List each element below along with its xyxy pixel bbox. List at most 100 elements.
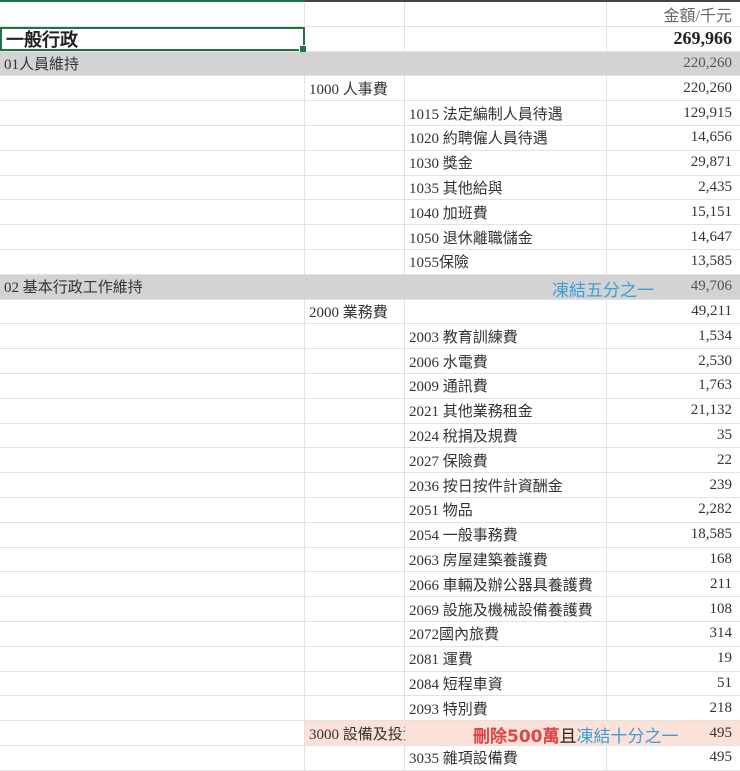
cell[interactable]	[305, 696, 405, 721]
item-label-cell[interactable]: 01人員維持	[0, 51, 305, 76]
item-label-cell[interactable]: 3035 雜項設備費	[405, 745, 607, 770]
amount-cell[interactable]: 239	[607, 473, 740, 497]
cell[interactable]	[305, 373, 405, 398]
amount-cell[interactable]: 14,656	[607, 126, 740, 150]
cell[interactable]	[405, 26, 607, 51]
item-label-cell[interactable]: 3000 設備及投資	[305, 721, 418, 745]
total-amount-cell[interactable]: 269,966	[607, 27, 740, 51]
amount-cell[interactable]: 108	[607, 597, 740, 621]
cell[interactable]	[0, 101, 305, 125]
cell[interactable]	[0, 150, 305, 175]
item-label-cell[interactable]: 2009 通訊費	[405, 373, 607, 398]
amount-cell[interactable]: 1,534	[607, 324, 740, 348]
item-label-cell[interactable]: 2027 保險費	[405, 448, 607, 473]
amount-cell[interactable]: 495	[607, 746, 740, 770]
amount-cell[interactable]: 2,530	[607, 349, 740, 373]
item-label-cell[interactable]: 1040 加班費	[405, 200, 607, 225]
cell[interactable]	[0, 572, 305, 597]
item-label-cell[interactable]: 2036 按日按件計資酬金	[405, 473, 607, 497]
cell[interactable]	[0, 696, 305, 721]
item-label-cell[interactable]: 1055保險	[405, 249, 607, 274]
amount-cell[interactable]: 168	[607, 548, 740, 572]
cell[interactable]	[305, 150, 405, 175]
cell[interactable]	[0, 299, 305, 324]
amount-cell[interactable]: 220,260	[607, 52, 740, 76]
cell[interactable]	[0, 175, 305, 200]
amount-cell[interactable]: 2,282	[607, 498, 740, 522]
cell[interactable]	[305, 522, 405, 547]
cell[interactable]	[0, 597, 305, 621]
cell[interactable]	[305, 745, 405, 770]
cell[interactable]	[0, 473, 305, 497]
cell[interactable]	[305, 249, 405, 274]
amount-cell[interactable]: 14,647	[607, 225, 740, 249]
amount-cell[interactable]: 211	[607, 572, 740, 596]
cell[interactable]	[305, 26, 405, 51]
cell[interactable]	[0, 200, 305, 225]
amount-cell[interactable]: 220,260	[607, 76, 740, 100]
cell[interactable]	[0, 423, 305, 448]
item-label-cell[interactable]: 2051 物品	[405, 497, 607, 522]
cell[interactable]	[405, 76, 607, 101]
amount-cell[interactable]: 29,871	[607, 151, 740, 175]
cell[interactable]	[0, 349, 305, 373]
cell[interactable]	[0, 324, 305, 349]
item-label-cell[interactable]: 1000 人事費	[305, 76, 405, 101]
item-label-cell[interactable]: 2084 短程車資	[405, 671, 607, 696]
cell[interactable]	[0, 497, 305, 522]
cell[interactable]	[0, 745, 305, 770]
cell[interactable]	[305, 2, 405, 26]
cell[interactable]	[305, 200, 405, 225]
cell[interactable]	[0, 547, 305, 572]
item-label-cell[interactable]: 2003 教育訓練費	[405, 324, 607, 349]
cell[interactable]	[405, 51, 607, 76]
amount-cell[interactable]: 51	[607, 672, 740, 696]
amount-cell[interactable]: 19	[607, 647, 740, 671]
item-label-cell[interactable]: 1050 退休離職儲金	[405, 225, 607, 249]
cell[interactable]	[305, 448, 405, 473]
cell[interactable]	[305, 547, 405, 572]
cell[interactable]	[305, 274, 405, 299]
amount-cell[interactable]: 15,151	[607, 200, 740, 224]
cell[interactable]	[0, 522, 305, 547]
cell[interactable]	[0, 249, 305, 274]
amount-cell[interactable]: 22	[607, 448, 740, 472]
cell[interactable]	[305, 51, 405, 76]
cell[interactable]	[0, 621, 305, 646]
cell[interactable]	[305, 671, 405, 696]
cell[interactable]	[0, 76, 305, 101]
item-label-cell[interactable]: 1015 法定編制人員待遇	[405, 101, 607, 125]
item-label-cell[interactable]: 2006 水電費	[405, 349, 607, 373]
item-label-cell[interactable]: 2063 房屋建築養護費	[405, 547, 607, 572]
item-label-cell[interactable]: 2000 業務費	[305, 299, 405, 324]
cell[interactable]	[0, 225, 305, 249]
amount-cell[interactable]: 18,585	[607, 523, 740, 547]
cell[interactable]	[305, 572, 405, 597]
cell[interactable]	[305, 398, 405, 423]
cell[interactable]	[0, 398, 305, 423]
item-label-cell[interactable]: 2093 特別費	[405, 696, 607, 721]
cell[interactable]	[305, 175, 405, 200]
cell[interactable]	[0, 721, 305, 745]
amount-cell[interactable]: 35	[607, 424, 740, 448]
cell[interactable]	[305, 349, 405, 373]
cell[interactable]	[305, 497, 405, 522]
cell[interactable]	[305, 621, 405, 646]
item-label-cell[interactable]: 1020 約聘僱人員待遇	[405, 125, 607, 150]
cell[interactable]	[0, 448, 305, 473]
amount-cell[interactable]: 129,915	[607, 101, 740, 125]
item-label-cell[interactable]: 2054 一般事務費	[405, 522, 607, 547]
amount-cell[interactable]: 13,585	[607, 250, 740, 274]
item-label-cell[interactable]: 2081 運費	[405, 646, 607, 671]
item-label-cell[interactable]: 2024 稅捐及規費	[405, 423, 607, 448]
cell[interactable]	[405, 299, 607, 324]
amount-cell[interactable]: 1,763	[607, 374, 740, 398]
cell[interactable]	[0, 671, 305, 696]
amount-cell[interactable]: 49,211	[607, 300, 740, 324]
cell[interactable]	[0, 646, 305, 671]
item-label-cell[interactable]: 2072國內旅費	[405, 621, 607, 646]
item-label-cell[interactable]: 2069 設施及機械設備養護費	[405, 597, 607, 621]
amount-cell[interactable]: 21,132	[607, 399, 740, 423]
cell[interactable]	[305, 423, 405, 448]
cell[interactable]	[305, 225, 405, 249]
